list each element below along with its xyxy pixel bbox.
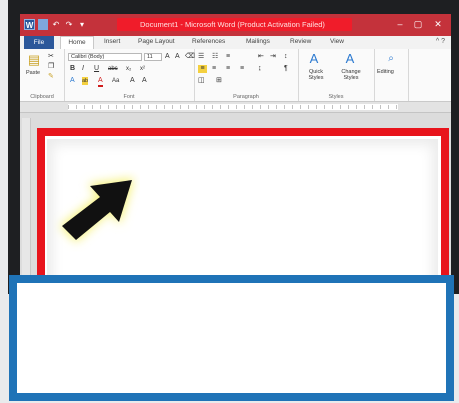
ribbon-tabs: File Home Insert Page Layout References … — [20, 36, 451, 50]
font-size-select[interactable]: 11 — [144, 53, 162, 61]
subscript-button[interactable]: x₂ — [126, 65, 131, 73]
underline-button[interactable]: U — [94, 65, 99, 73]
find-icon[interactable]: ⌕ — [383, 51, 399, 66]
tab-mailings[interactable]: Mailings — [246, 38, 270, 45]
font-group-label: Font — [123, 94, 135, 100]
save-icon[interactable] — [38, 19, 48, 30]
decrease-indent-icon[interactable]: ⇤ — [258, 53, 264, 61]
tab-review[interactable]: Review — [290, 38, 311, 45]
tab-page-layout[interactable]: Page Layout — [138, 38, 175, 45]
tab-view[interactable]: View — [330, 38, 344, 45]
bold-button[interactable]: B — [70, 65, 75, 73]
superscript-button[interactable]: x² — [140, 65, 145, 73]
close-button[interactable]: ✕ — [430, 18, 446, 30]
format-painter-icon[interactable]: ✎ — [48, 73, 54, 81]
grow-font-icon[interactable]: A — [165, 53, 170, 61]
horizontal-ruler — [20, 102, 451, 113]
clipboard-group-label: Clipboard — [30, 94, 54, 100]
grow-font-icon-2[interactable]: A — [130, 77, 135, 85]
paste-icon[interactable]: ▤ — [26, 52, 42, 67]
align-left-icon[interactable]: ≡ — [198, 65, 207, 73]
window-title: Document1 - Microsoft Word (Product Acti… — [140, 20, 325, 29]
borders-icon[interactable]: ⊞ — [216, 77, 222, 85]
styles-group-label: Styles — [328, 94, 344, 100]
copy-icon[interactable]: ❐ — [48, 63, 54, 71]
pointer-arrow-icon — [60, 178, 134, 242]
multilevel-list-icon[interactable]: ≡ — [226, 53, 230, 61]
tab-references[interactable]: References — [192, 38, 225, 45]
ribbon: ▤ Paste ✂ ❐ ✎ Clipboard Calibri (Body) 1… — [20, 49, 451, 102]
bullets-icon[interactable]: ☰ — [198, 53, 204, 61]
strikethrough-button[interactable]: abc — [108, 65, 118, 73]
help-icon[interactable]: ^ ? — [436, 38, 445, 45]
tab-file[interactable]: File — [24, 36, 54, 49]
title-bar: W ↶ ↷ ▾ Document1 - Microsoft Word (Prod… — [20, 14, 451, 36]
editing-button[interactable]: Editing — [377, 69, 394, 75]
quick-access-toolbar: W ↶ ↷ ▾ — [24, 19, 87, 30]
change-styles-icon[interactable]: A — [342, 51, 358, 66]
italic-button[interactable]: I — [82, 65, 84, 73]
ruler-ticks — [68, 105, 398, 109]
arrow-shape — [62, 180, 132, 240]
change-styles-button[interactable]: Change Styles — [336, 69, 366, 81]
clipboard-group: ▤ Paste ✂ ❐ ✎ Clipboard — [20, 49, 65, 101]
paragraph-group: ☰ ☷ ≡ ⇤ ⇥ ↕ ≡ ≡ ≡ ≡ ↨ ¶ ◫ ⊞ Paragraph — [194, 49, 299, 101]
shading-icon[interactable]: ◫ — [198, 77, 205, 85]
undo-icon[interactable]: ↶ — [51, 19, 61, 30]
minimize-button[interactable]: – — [392, 18, 408, 30]
maximize-button[interactable]: ▢ — [410, 18, 426, 30]
highlight-color-icon[interactable]: ab — [82, 77, 89, 85]
justify-icon[interactable]: ≡ — [240, 65, 244, 73]
redo-icon[interactable]: ↷ — [64, 19, 74, 30]
cut-icon[interactable]: ✂ — [48, 53, 54, 61]
text-effects-icon[interactable]: A — [70, 77, 75, 85]
paragraph-group-label: Paragraph — [233, 94, 259, 100]
paste-label[interactable]: Paste — [26, 70, 40, 76]
blue-overlay-box — [9, 275, 454, 401]
align-center-icon[interactable]: ≡ — [212, 65, 216, 73]
shrink-font-icon-2[interactable]: A — [142, 77, 147, 85]
word-app-icon[interactable]: W — [24, 19, 35, 30]
numbering-icon[interactable]: ☷ — [212, 53, 218, 61]
show-marks-icon[interactable]: ¶ — [284, 65, 288, 73]
font-group: Calibri (Body) 11 A A ⌫ B I U abc x₂ x² … — [64, 49, 195, 101]
increase-indent-icon[interactable]: ⇥ — [270, 53, 276, 61]
font-color-icon[interactable]: A — [98, 77, 103, 87]
tab-home[interactable]: Home — [60, 36, 94, 49]
styles-group: A Quick Styles A Change Styles Styles — [298, 49, 375, 101]
sort-icon[interactable]: ↕ — [284, 53, 288, 61]
vertical-ruler — [22, 118, 31, 294]
change-case-icon[interactable]: Aa — [112, 77, 119, 85]
font-name-select[interactable]: Calibri (Body) — [68, 53, 142, 61]
quick-styles-icon[interactable]: A — [306, 51, 322, 66]
line-spacing-icon[interactable]: ↨ — [258, 65, 262, 73]
tab-insert[interactable]: Insert — [104, 38, 120, 45]
shrink-font-icon[interactable]: A — [175, 53, 180, 61]
align-right-icon[interactable]: ≡ — [226, 65, 230, 73]
quick-styles-button[interactable]: Quick Styles — [302, 69, 330, 81]
customize-qat-icon[interactable]: ▾ — [77, 19, 87, 30]
editing-group: ⌕ Editing — [374, 49, 409, 101]
